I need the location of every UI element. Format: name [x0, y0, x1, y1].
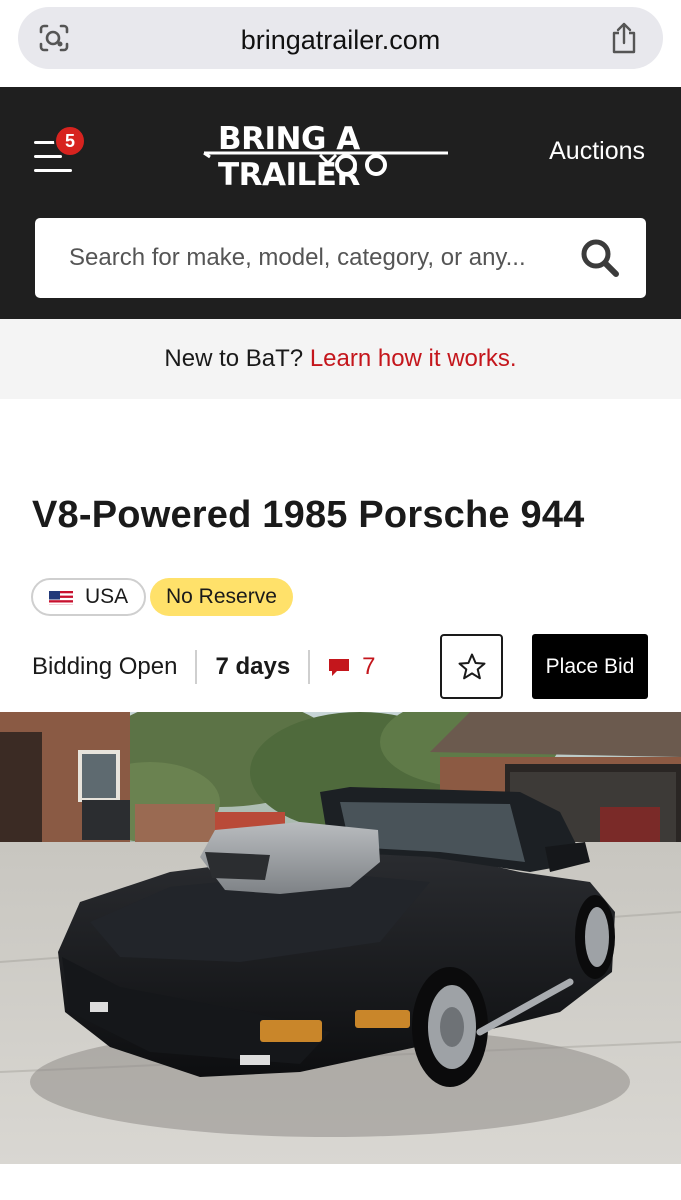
address-bar[interactable]: bringatrailer.com: [18, 7, 663, 69]
listing-title: V8-Powered 1985 Porsche 944: [32, 494, 585, 536]
no-reserve-tag[interactable]: No Reserve: [150, 578, 293, 616]
notification-badge: 5: [54, 125, 86, 157]
url-text[interactable]: bringatrailer.com: [18, 25, 663, 56]
auctions-link[interactable]: Auctions: [549, 137, 645, 166]
bidding-status: Bidding Open: [32, 653, 178, 680]
star-icon: [458, 653, 486, 680]
search-input[interactable]: [69, 218, 569, 298]
divider: [195, 650, 198, 684]
auction-status-row: Bidding Open 7 days 7: [32, 647, 376, 687]
country-tag[interactable]: USA: [31, 578, 147, 616]
learn-how-link[interactable]: Learn how it works.: [310, 345, 517, 372]
browser-toolbar: bringatrailer.com: [0, 0, 681, 87]
site-header: 5 BRING A TRAILER Auctions: [0, 87, 681, 319]
share-icon[interactable]: [609, 21, 639, 55]
trailer-icon: [203, 151, 448, 176]
comment-count: 7: [362, 653, 376, 680]
promo-banner: New to BaT? Learn how it works.: [0, 319, 681, 399]
site-logo[interactable]: BRING A TRAILER: [200, 117, 452, 193]
search-icon[interactable]: [580, 238, 620, 278]
promo-text: New to BaT?: [164, 345, 304, 372]
comments-link[interactable]: 7: [328, 653, 376, 681]
comment-icon: [329, 659, 350, 676]
menu-button[interactable]: 5: [32, 125, 88, 175]
us-flag-icon: [49, 589, 73, 605]
time-left: 7 days: [215, 653, 291, 680]
place-bid-button[interactable]: Place Bid: [532, 634, 648, 699]
watch-button[interactable]: [440, 634, 503, 699]
divider: [308, 650, 311, 684]
country-label: USA: [85, 585, 129, 608]
search-box: [35, 218, 646, 298]
listing-photo[interactable]: [0, 712, 681, 1164]
